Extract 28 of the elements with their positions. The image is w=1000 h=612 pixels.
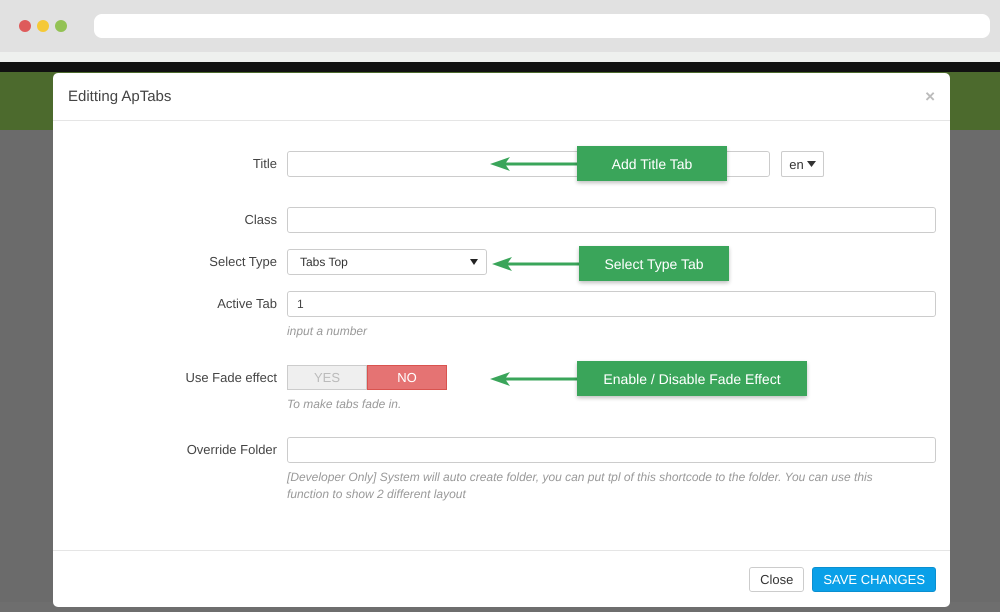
- field-label: Class: [243, 211, 277, 229]
- field-label: Use Fade effect: [184, 369, 277, 387]
- address-bar[interactable]: [94, 14, 990, 38]
- arrow-icon: [490, 370, 577, 386]
- field-hint: To make tabs fade in.: [287, 396, 402, 413]
- input-field[interactable]: 1: [287, 291, 936, 317]
- input-field[interactable]: [287, 207, 936, 233]
- caret-icon: [806, 161, 816, 167]
- arrow-icon: [490, 156, 577, 172]
- modal-title: Editting ApTabs: [68, 88, 172, 105]
- field-label: Select Type: [208, 253, 277, 271]
- callout-label: Add Title Tab: [577, 146, 727, 181]
- field-label: Override Folder: [186, 441, 277, 459]
- language-dropdown[interactable]: en: [781, 151, 824, 177]
- input-field[interactable]: [287, 437, 936, 463]
- field-hint: [Developer Only] System will auto create folder, you can put tpl of this shortcode to the folder. You can use this function to show 2 different layout: [287, 469, 874, 503]
- caret-icon: [470, 259, 478, 265]
- arrow-icon: [492, 256, 579, 272]
- field-hint: input a number: [287, 323, 368, 340]
- field-label: Active Tab: [216, 295, 277, 313]
- close-text-button[interactable]: Close: [749, 566, 804, 592]
- callout-label: Enable / Disable Fade Effect: [577, 361, 807, 396]
- callout-label: Select Type Tab: [579, 246, 729, 281]
- window-maximize-dot[interactable]: [55, 20, 67, 32]
- type-dropdown[interactable]: Tabs Top: [287, 249, 487, 275]
- window-minimize-dot[interactable]: [37, 20, 49, 32]
- window-close-dot[interactable]: [19, 20, 31, 32]
- field-label: Title: [252, 155, 277, 173]
